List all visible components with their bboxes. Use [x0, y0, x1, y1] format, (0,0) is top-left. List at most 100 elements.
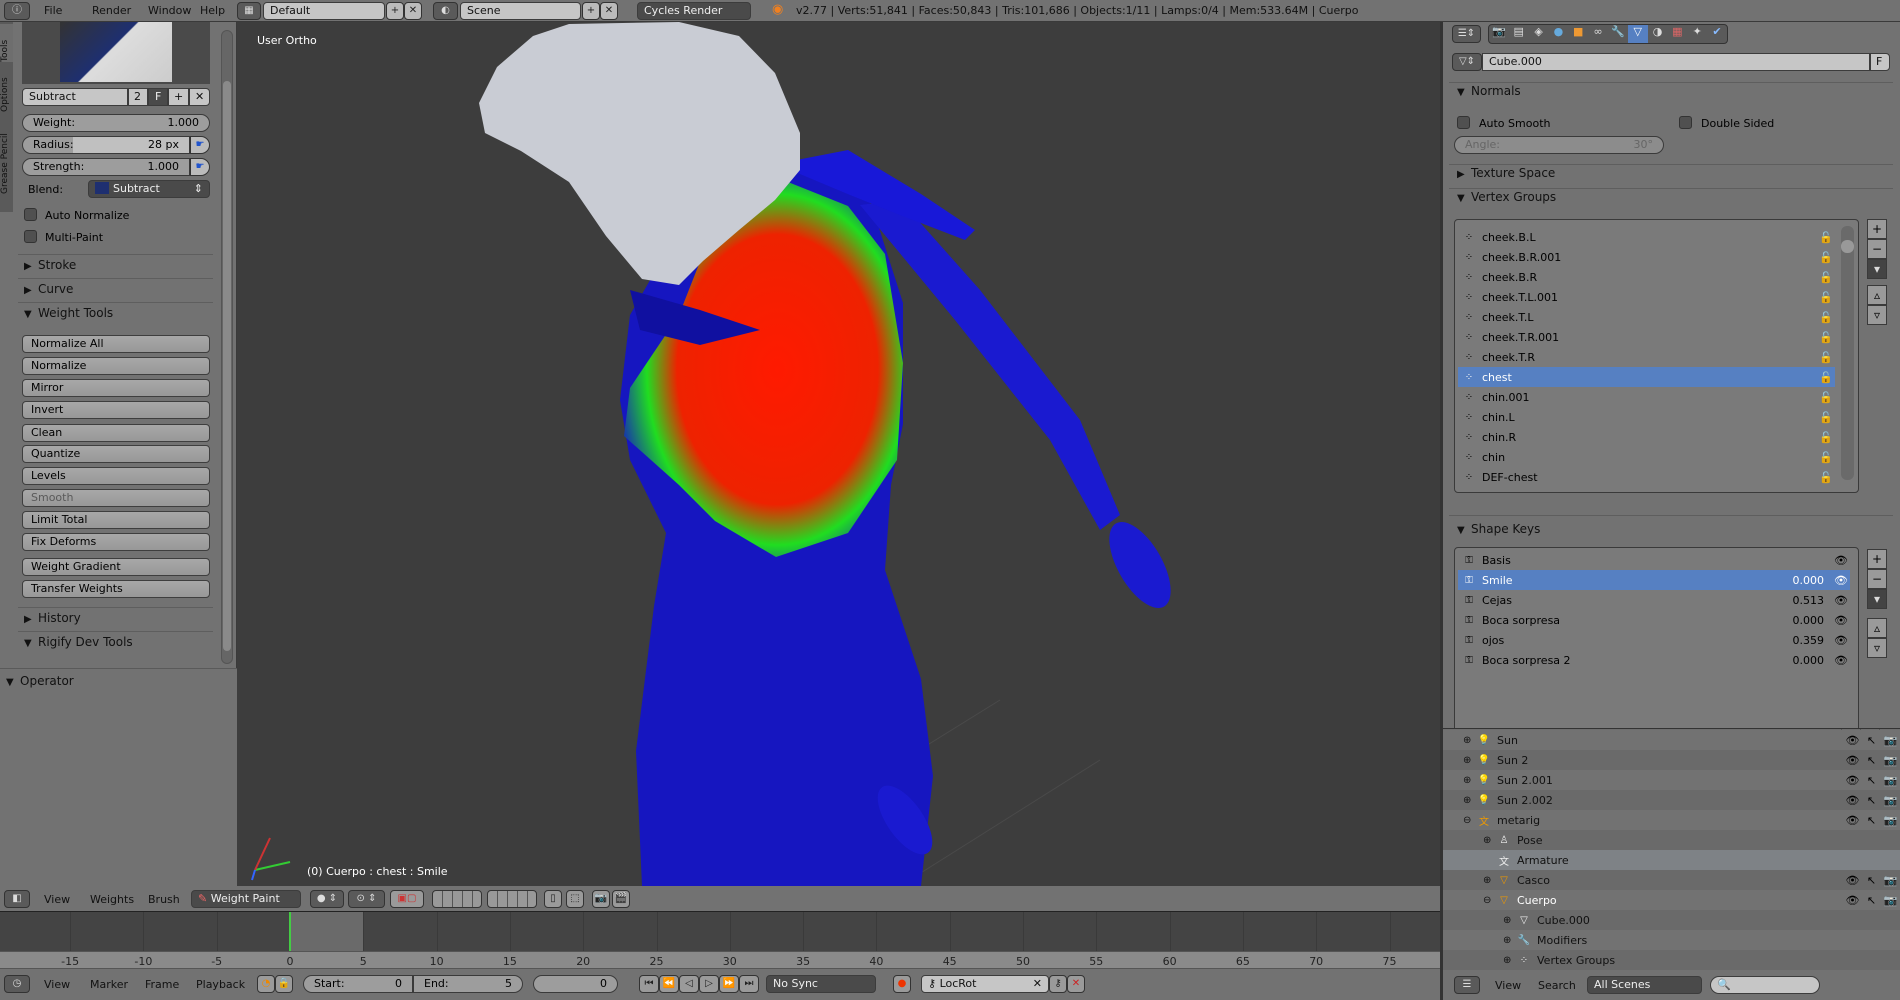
render-camera-icon[interactable]: 📷 — [1881, 754, 1900, 767]
end-frame-field[interactable]: End: 5 — [413, 975, 523, 993]
outliner-item-name[interactable]: Vertex Groups — [1537, 954, 1900, 967]
vertex-group-item[interactable]: ⁘ cheek.B.R.001 🔓 — [1458, 247, 1835, 267]
remove-shape-key-button[interactable]: − — [1867, 569, 1887, 589]
timeline-menu-frame[interactable]: Frame — [145, 978, 179, 991]
outliner-item[interactable]: ⊕ ▽ Cube.000 — [1443, 910, 1900, 930]
menu-window[interactable]: Window — [148, 4, 191, 17]
selectable-arrow-icon[interactable]: ↖ — [1862, 894, 1881, 907]
outliner-item[interactable]: ⊕ ▽ Casco 👁 ↖ 📷 — [1443, 870, 1900, 890]
mesh-data-icon[interactable]: ▽⇕ — [1452, 53, 1482, 71]
current-frame-indicator[interactable] — [289, 912, 291, 951]
render-camera-icon[interactable]: 📷 — [1881, 874, 1900, 887]
vertex-group-list-scrollbar[interactable] — [1841, 226, 1854, 480]
weight-tool-button[interactable]: Invert — [22, 401, 210, 419]
weight-tool-button[interactable]: Mirror — [22, 379, 210, 397]
properties-editor-icon[interactable]: ☰⇕ — [1452, 25, 1481, 43]
outliner-item-name[interactable]: Armature — [1517, 854, 1900, 867]
outliner-editor-icon[interactable]: ☰ — [1454, 976, 1480, 994]
visibility-eye-icon[interactable]: 👁 — [1843, 794, 1862, 807]
expand-icon[interactable]: ⊕ — [1463, 775, 1477, 786]
tab-grease-pencil[interactable]: Grease Pencil — [0, 114, 13, 194]
expand-icon[interactable]: ⊕ — [1503, 955, 1517, 966]
brush-users-count[interactable]: 2 — [128, 88, 148, 106]
layers-grid-2[interactable] — [487, 890, 537, 908]
render-engine-select[interactable]: Cycles Render — [637, 2, 751, 20]
lock-icon[interactable]: 🔓 — [1819, 431, 1835, 444]
shape-key-item[interactable]: ⚿ Smile 0.000 👁 — [1458, 570, 1850, 590]
outliner-item-name[interactable]: Pose — [1517, 834, 1900, 847]
expand-icon[interactable]: ⊕ — [1483, 835, 1497, 846]
outliner-item-name[interactable]: Cube.000 — [1537, 914, 1900, 927]
eye-icon[interactable]: 👁 — [1834, 614, 1850, 627]
record-icon[interactable]: ● — [893, 975, 911, 993]
tab-modifiers-icon[interactable]: 🔧 — [1608, 25, 1628, 43]
outliner-item[interactable]: ⊕ 💡 Sun 2.002 👁 ↖ 📷 — [1443, 790, 1900, 810]
lock-icon[interactable]: 🔓 — [1819, 291, 1835, 304]
viewport-shading-icon[interactable]: ● ⇕ — [310, 890, 344, 908]
tab-material-icon[interactable]: ◑ — [1648, 25, 1668, 43]
tab-render-layers-icon[interactable]: ▤ — [1509, 25, 1529, 43]
display-mode-select[interactable]: All Scenes — [1587, 976, 1702, 994]
lock-icon[interactable]: 🔓 — [1819, 271, 1835, 284]
shape-key-item[interactable]: ⚿ ojos 0.359 👁 — [1458, 630, 1850, 650]
panel-normals[interactable]: ▼ Normals — [1457, 84, 1521, 98]
vertex-group-item[interactable]: ⁘ cheek.T.R 🔓 — [1458, 347, 1835, 367]
shape-key-value[interactable]: 0.359 — [1764, 634, 1825, 647]
multi-paint-checkbox[interactable] — [24, 230, 37, 243]
expand-icon[interactable]: ⊖ — [1463, 815, 1477, 826]
vertex-group-item[interactable]: ⁘ cheek.T.L.001 🔓 — [1458, 287, 1835, 307]
outliner-item[interactable]: ⊕ 💡 Sun 2 👁 ↖ 📷 — [1443, 750, 1900, 770]
delete-keyframe-icon[interactable]: ✕ — [1067, 975, 1085, 993]
eye-icon[interactable]: 👁 — [1834, 594, 1850, 607]
prev-keyframe-icon[interactable]: ⏪ — [659, 975, 679, 993]
outliner-item-name[interactable]: Casco — [1517, 874, 1843, 887]
visibility-eye-icon[interactable]: 👁 — [1843, 894, 1862, 907]
visibility-eye-icon[interactable]: 👁 — [1843, 754, 1862, 767]
eye-icon[interactable]: 👁 — [1834, 574, 1850, 587]
shape-key-value[interactable]: 0.000 — [1764, 654, 1825, 667]
outliner-item-name[interactable]: Sun — [1497, 734, 1843, 747]
timeline-menu-view[interactable]: View — [44, 978, 70, 991]
visibility-eye-icon[interactable]: 👁 — [1843, 874, 1862, 887]
tab-physics-icon[interactable]: ✔ — [1707, 25, 1727, 43]
render-camera-icon[interactable]: 📷 — [1881, 894, 1900, 907]
brush-name-field[interactable]: Subtract — [22, 88, 128, 106]
outliner-item[interactable]: ⽂ Armature — [1443, 850, 1900, 870]
keying-set-field[interactable]: ⚷ LocRot ✕ — [921, 975, 1049, 993]
render-camera-icon[interactable]: 📷 — [1881, 814, 1900, 827]
vertex-group-item[interactable]: ⁘ cheek.T.L 🔓 — [1458, 307, 1835, 327]
move-shape-key-up-button[interactable]: ▵ — [1867, 618, 1887, 638]
tab-texture-icon[interactable]: ▦ — [1667, 25, 1687, 43]
weight-tool-button[interactable]: Fix Deforms — [22, 533, 210, 551]
vertex-group-item[interactable]: ⁘ cheek.T.R.001 🔓 — [1458, 327, 1835, 347]
vertex-group-item[interactable]: ⁘ chin 🔓 — [1458, 447, 1835, 467]
start-frame-field[interactable]: Start: 0 — [303, 975, 413, 993]
render-camera-icon[interactable]: 📷 — [1881, 794, 1900, 807]
lock-icon[interactable]: 🔓 — [1819, 331, 1835, 344]
tab-options[interactable]: Options — [0, 64, 13, 112]
visibility-eye-icon[interactable]: 👁 — [1843, 814, 1862, 827]
weight-tool-button[interactable]: Quantize — [22, 445, 210, 463]
outliner-search-input[interactable]: 🔍 — [1710, 976, 1820, 994]
expand-icon[interactable]: ⊖ — [1483, 895, 1497, 906]
eye-icon[interactable]: 👁 — [1834, 554, 1850, 567]
move-vertex-group-up-button[interactable]: ▵ — [1867, 285, 1887, 305]
panel-rigify-dev-tools[interactable]: ▼ Rigify Dev Tools — [24, 635, 133, 649]
preview-range-icon[interactable]: ◔ — [257, 975, 275, 993]
strength-slider[interactable]: Strength: 1.000 — [22, 158, 190, 176]
layers-grid-1[interactable] — [432, 890, 482, 908]
scene-field[interactable]: Scene — [460, 2, 581, 20]
lock-icon[interactable]: 🔓 — [1819, 371, 1835, 384]
outliner-item-name[interactable]: metarig — [1497, 814, 1843, 827]
strength-pressure-icon[interactable]: ☛ — [190, 158, 210, 176]
expand-icon[interactable]: ⊕ — [1463, 735, 1477, 746]
sync-select[interactable]: No Sync — [766, 975, 876, 993]
play-reverse-icon[interactable]: ◁ — [679, 975, 699, 993]
lock-icon[interactable]: 🔓 — [1819, 231, 1835, 244]
tab-particles-icon[interactable]: ✦ — [1687, 25, 1707, 43]
selectable-arrow-icon[interactable]: ↖ — [1862, 794, 1881, 807]
vertex-group-item[interactable]: ⁘ chest 🔓 — [1458, 367, 1835, 387]
weight-tool-button[interactable]: Limit Total — [22, 511, 210, 529]
vertex-group-item[interactable]: ⁘ chin.001 🔓 — [1458, 387, 1835, 407]
selectable-arrow-icon[interactable]: ↖ — [1862, 814, 1881, 827]
